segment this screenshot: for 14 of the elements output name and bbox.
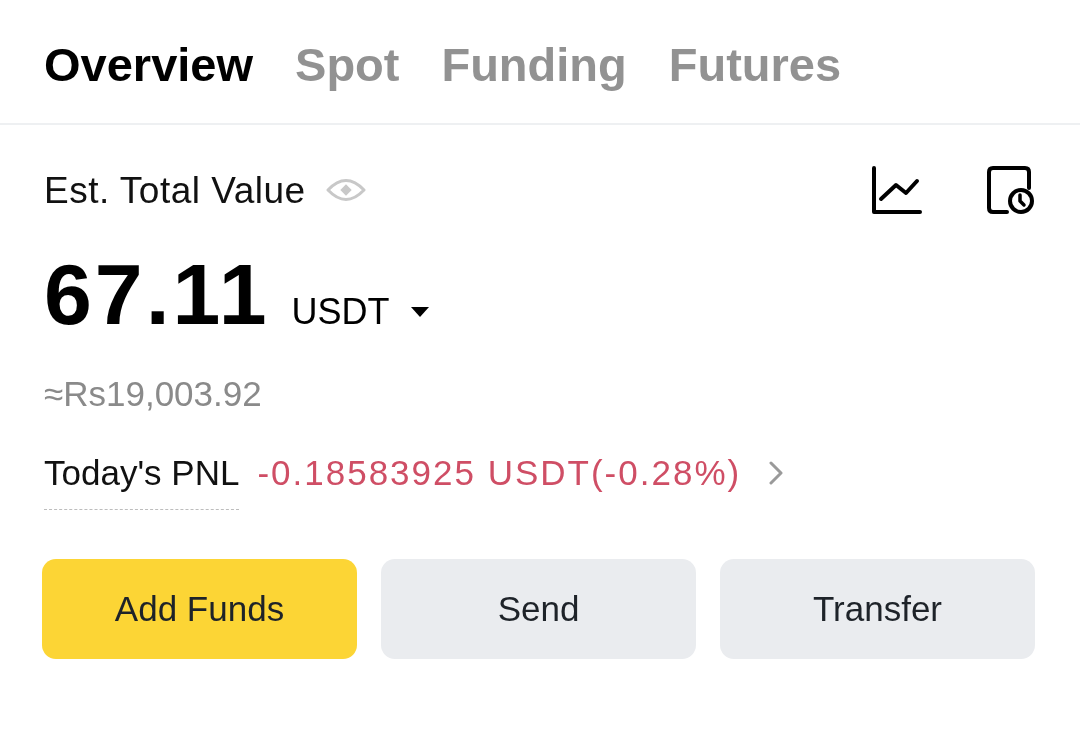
pnl-label: Today's PNL — [44, 455, 240, 510]
action-button[interactable]: Transfer — [720, 559, 1035, 659]
document-clock-icon[interactable] — [987, 166, 1035, 214]
action-button[interactable]: Send — [381, 559, 696, 659]
tab[interactable]: Overview — [44, 38, 254, 91]
action-button[interactable]: Add Funds — [42, 559, 357, 659]
currency-dropdown[interactable]: USDT — [291, 294, 430, 330]
line-chart-icon[interactable] — [872, 166, 922, 214]
pnl-value: -0.18583925 USDT(-0.28%) — [257, 455, 742, 490]
fiat-equivalent: ≈Rs19,003.92 — [44, 376, 262, 411]
chevron-right-icon[interactable] — [769, 461, 784, 485]
caret-icon — [411, 307, 430, 317]
total-value-amount: 67.11 — [44, 251, 270, 337]
total-value-label: Est. Total Value — [44, 171, 306, 209]
